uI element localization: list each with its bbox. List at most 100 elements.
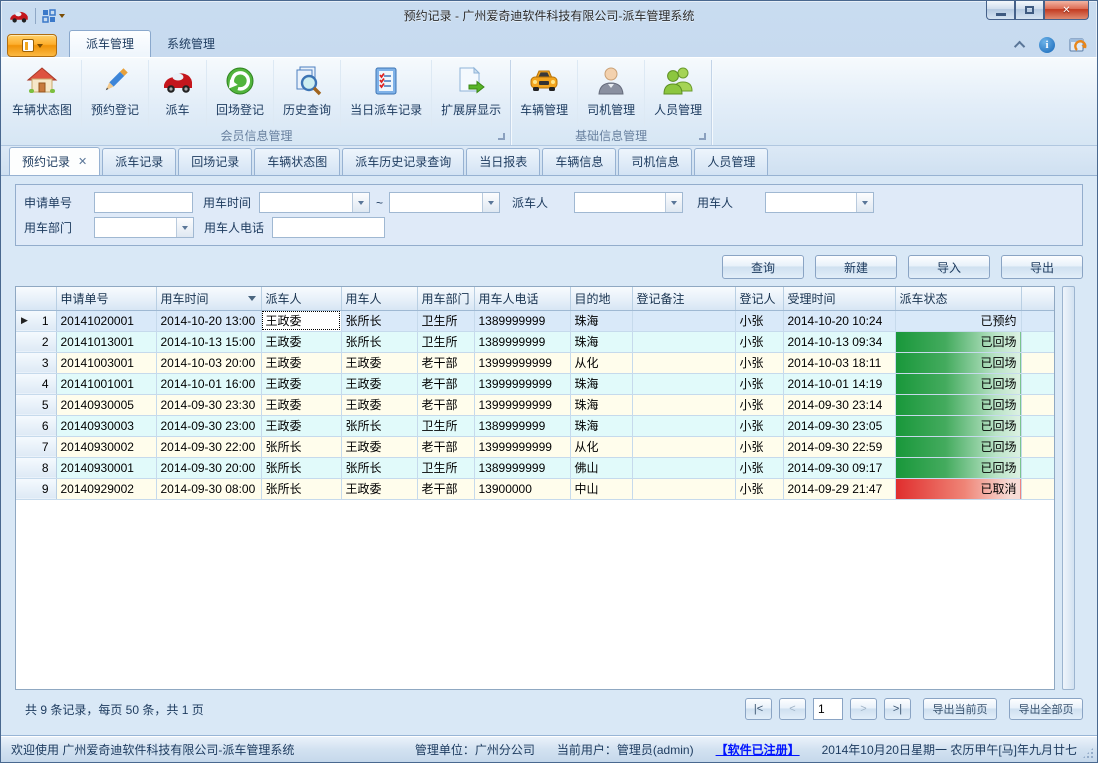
grid-cell-dept[interactable]: 卫生所 [417, 415, 474, 436]
table-row[interactable]: 4201410010012014-10-01 16:00王政委王政委老干部139… [16, 373, 1055, 394]
tab-personnel-manage[interactable]: 人员管理 [694, 148, 768, 175]
grid-cell-remark[interactable] [632, 457, 735, 478]
grid-cell-user[interactable]: 张所长 [341, 457, 417, 478]
grid-cell-registrar[interactable]: 小张 [735, 394, 783, 415]
grid-cell-user[interactable]: 张所长 [341, 310, 417, 331]
col-header-order[interactable]: 申请单号 [56, 287, 156, 310]
grid-cell-registrar[interactable]: 小张 [735, 310, 783, 331]
grid-cell-remark[interactable] [632, 310, 735, 331]
status-badge[interactable]: 已回场 [895, 352, 1021, 373]
tab-reservation-records[interactable]: 预约记录✕ [9, 147, 100, 175]
grid-cell-order[interactable]: 20140929002 [56, 478, 156, 499]
vehicle-status-map-button[interactable]: 车辆状态图 [3, 60, 82, 126]
col-header-dispatcher[interactable]: 派车人 [261, 287, 341, 310]
grid-cell-remark[interactable] [632, 436, 735, 457]
grid-cell-dest[interactable]: 中山 [570, 478, 632, 499]
grid-cell-remark[interactable] [632, 352, 735, 373]
status-badge[interactable]: 已回场 [895, 457, 1021, 478]
grid-cell-order[interactable]: 20141003001 [56, 352, 156, 373]
grid-cell-dest[interactable]: 从化 [570, 436, 632, 457]
dispatcher-combo[interactable] [574, 192, 683, 213]
col-header-dept[interactable]: 用车部门 [417, 287, 474, 310]
row-selector[interactable]: 4 [16, 373, 56, 394]
query-button[interactable]: 查询 [722, 255, 804, 279]
vehicle-manage-button[interactable]: 车辆管理 [511, 60, 578, 126]
status-badge[interactable]: 已取消 [895, 478, 1021, 499]
grid-cell-dispatcher[interactable]: 张所长 [261, 436, 341, 457]
grid-cell-use-time[interactable]: 2014-09-30 23:30 [156, 394, 261, 415]
table-row[interactable]: 3201410030012014-10-03 20:00王政委王政委老干部139… [16, 352, 1055, 373]
table-row[interactable]: 6201409300032014-09-30 23:00王政委张所长卫生所138… [16, 415, 1055, 436]
grid-cell-accept-time[interactable]: 2014-10-03 18:11 [783, 352, 895, 373]
grid-cell-registrar[interactable]: 小张 [735, 415, 783, 436]
export-all-pages-button[interactable]: 导出全部页 [1009, 698, 1083, 720]
col-header-dest[interactable]: 目的地 [570, 287, 632, 310]
grid-cell-dept[interactable]: 卫生所 [417, 310, 474, 331]
row-selector[interactable]: 3 [16, 352, 56, 373]
grid-cell-dept[interactable]: 老干部 [417, 436, 474, 457]
grid-cell-order[interactable]: 20141020001 [56, 310, 156, 331]
grid-cell-remark[interactable] [632, 331, 735, 352]
status-badge[interactable]: 已回场 [895, 394, 1021, 415]
table-row[interactable]: 8201409300012014-09-30 20:00张所长张所长卫生所138… [16, 457, 1055, 478]
col-header-use-time[interactable]: 用车时间 [156, 287, 261, 310]
grid-cell-phone[interactable]: 13900000 [474, 478, 570, 499]
dept-combo[interactable] [94, 217, 194, 238]
grid-cell-dispatcher[interactable]: 王政委 [261, 373, 341, 394]
close-button[interactable]: ✕ [1044, 1, 1089, 20]
grid-cell-dispatcher[interactable]: 张所长 [261, 457, 341, 478]
grid-cell-phone[interactable]: 13999999999 [474, 394, 570, 415]
dialog-launcher-icon[interactable] [699, 133, 706, 140]
grid-cell-registrar[interactable]: 小张 [735, 352, 783, 373]
grid-cell-order[interactable]: 20140930005 [56, 394, 156, 415]
grid-cell-use-time[interactable]: 2014-09-30 22:00 [156, 436, 261, 457]
import-button[interactable]: 导入 [908, 255, 990, 279]
grid-cell-use-time[interactable]: 2014-10-01 16:00 [156, 373, 261, 394]
grid-cell-use-time[interactable]: 2014-09-30 20:00 [156, 457, 261, 478]
grid-cell-use-time[interactable]: 2014-09-30 08:00 [156, 478, 261, 499]
grid-cell-use-time[interactable]: 2014-10-20 13:00 [156, 310, 261, 331]
personnel-manage-button[interactable]: 人员管理 [645, 60, 711, 126]
grid-cell-phone[interactable]: 13999999999 [474, 436, 570, 457]
grid-cell-remark[interactable] [632, 478, 735, 499]
grid-cell-registrar[interactable]: 小张 [735, 373, 783, 394]
grid-cell-dept[interactable]: 老干部 [417, 352, 474, 373]
app-menu-button[interactable] [7, 34, 57, 57]
prev-page-button[interactable]: < [779, 698, 806, 720]
col-header-remark[interactable]: 登记备注 [632, 287, 735, 310]
use-time-from-combo[interactable] [259, 192, 370, 213]
export-button[interactable]: 导出 [1001, 255, 1083, 279]
row-selector[interactable]: 8 [16, 457, 56, 478]
grid-cell-dest[interactable]: 珠海 [570, 394, 632, 415]
table-row[interactable]: 2201410130012014-10-13 15:00王政委张所长卫生所138… [16, 331, 1055, 352]
new-button[interactable]: 新建 [815, 255, 897, 279]
grid-cell-dept[interactable]: 老干部 [417, 373, 474, 394]
grid-cell-dept[interactable]: 卫生所 [417, 331, 474, 352]
grid-cell-dest[interactable]: 珠海 [570, 310, 632, 331]
grid-cell-dispatcher[interactable]: 王政委 [261, 331, 341, 352]
grid-cell-user[interactable]: 王政委 [341, 394, 417, 415]
grid-cell-dest[interactable]: 珠海 [570, 373, 632, 394]
tab-driver-info[interactable]: 司机信息 [618, 148, 692, 175]
grid-cell-accept-time[interactable]: 2014-09-30 23:14 [783, 394, 895, 415]
grid-cell-dispatcher[interactable]: 王政委 [261, 415, 341, 436]
grid-cell-phone[interactable]: 13999999999 [474, 373, 570, 394]
first-page-button[interactable]: |< [745, 698, 772, 720]
extend-screen-button[interactable]: 扩展屏显示 [432, 60, 510, 126]
grid-cell-use-time[interactable]: 2014-10-03 20:00 [156, 352, 261, 373]
grid-cell-dept[interactable]: 老干部 [417, 394, 474, 415]
table-row[interactable]: 5201409300052014-09-30 23:30王政委王政委老干部139… [16, 394, 1055, 415]
grid-cell-dest[interactable]: 珠海 [570, 331, 632, 352]
grid-cell-registrar[interactable]: 小张 [735, 478, 783, 499]
collapse-ribbon-icon[interactable] [1014, 41, 1025, 52]
grid-cell-user[interactable]: 王政委 [341, 478, 417, 499]
status-badge[interactable]: 已回场 [895, 415, 1021, 436]
grid-cell-dest[interactable]: 佛山 [570, 457, 632, 478]
grid-cell-accept-time[interactable]: 2014-10-20 10:24 [783, 310, 895, 331]
tab-daily-report[interactable]: 当日报表 [466, 148, 540, 175]
row-selector[interactable]: 6 [16, 415, 56, 436]
status-badge[interactable]: 已回场 [895, 436, 1021, 457]
grid-cell-accept-time[interactable]: 2014-10-13 09:34 [783, 331, 895, 352]
grid-cell-dept[interactable]: 老干部 [417, 478, 474, 499]
grid-cell-user[interactable]: 张所长 [341, 331, 417, 352]
